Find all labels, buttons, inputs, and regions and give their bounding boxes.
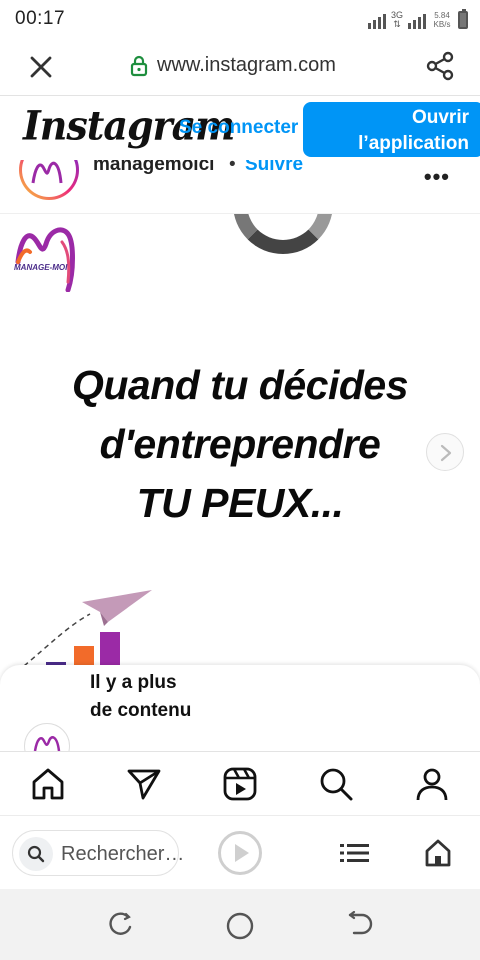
status-indicators: 3G ⇅ 5.84 KB/s bbox=[368, 7, 468, 29]
growth-illustration bbox=[23, 590, 152, 674]
back-icon[interactable] bbox=[346, 911, 374, 939]
url-field[interactable]: www.instagram.com bbox=[130, 54, 336, 77]
browser-address-bar: www.instagram.com bbox=[0, 36, 480, 96]
status-bar: 00:17 3G ⇅ 5.84 KB/s bbox=[0, 0, 480, 36]
close-button[interactable] bbox=[26, 52, 56, 82]
battery-icon bbox=[458, 9, 468, 29]
separator-dot: • bbox=[229, 160, 236, 175]
profile-icon[interactable] bbox=[414, 766, 450, 802]
follow-button[interactable]: Suivre bbox=[245, 160, 303, 176]
brand-logo-text: MANAGE-MOI bbox=[14, 263, 68, 272]
close-icon bbox=[30, 56, 52, 78]
play-button[interactable] bbox=[218, 831, 262, 875]
reels-icon[interactable] bbox=[222, 766, 258, 802]
search-icon bbox=[27, 845, 45, 863]
share-icon bbox=[426, 51, 454, 81]
open-app-button[interactable]: Ouvrir l’application bbox=[303, 102, 480, 157]
recents-icon[interactable] bbox=[106, 911, 134, 939]
next-slide-button[interactable] bbox=[426, 433, 464, 471]
network-speed: 5.84 KB/s bbox=[433, 11, 451, 29]
post-image[interactable]: MANAGE-MOI Quand tu décides d'entreprend… bbox=[0, 214, 480, 674]
signal-icon bbox=[368, 11, 386, 29]
login-link[interactable]: Se connecter bbox=[179, 117, 298, 139]
list-icon[interactable] bbox=[340, 842, 370, 864]
home-icon[interactable] bbox=[30, 766, 66, 802]
search-placeholder: Rechercher… bbox=[61, 843, 185, 865]
more-content-text: Il y a plus de contenu bbox=[90, 672, 192, 721]
post-headline: Quand tu décides d'entreprendre TU PEUX.… bbox=[0, 356, 480, 533]
url-text: www.instagram.com bbox=[157, 54, 336, 76]
post-username[interactable]: managemoici bbox=[93, 160, 214, 176]
headline-line-1: Quand tu décides bbox=[72, 362, 409, 408]
more-content-banner[interactable]: Il y a plus de contenu bbox=[0, 665, 480, 751]
home-icon[interactable] bbox=[225, 911, 255, 941]
send-icon[interactable] bbox=[126, 766, 162, 802]
instagram-header: Instagram Se connecter Ouvrir l’applicat… bbox=[0, 97, 480, 161]
banner-avatar bbox=[24, 723, 70, 751]
more-options-icon[interactable]: ••• bbox=[424, 164, 450, 190]
share-button[interactable] bbox=[424, 50, 456, 82]
headline-line-2: d'entreprendre bbox=[99, 421, 381, 467]
browser-bottom-bar: Rechercher… bbox=[0, 815, 480, 889]
android-navigation-bar bbox=[0, 889, 480, 960]
instagram-bottom-nav bbox=[0, 751, 480, 815]
lock-icon bbox=[130, 55, 148, 76]
browser-search-box[interactable]: Rechercher… bbox=[12, 830, 184, 876]
post-avatar[interactable] bbox=[19, 160, 79, 200]
signal-icon-2 bbox=[408, 11, 426, 29]
browser-home-icon[interactable] bbox=[424, 838, 452, 868]
search-button[interactable] bbox=[19, 837, 53, 871]
search-icon[interactable] bbox=[318, 766, 354, 802]
brand-logo: MANAGE-MOI bbox=[12, 222, 82, 293]
chevron-right-icon bbox=[440, 444, 452, 462]
decorative-ring bbox=[233, 214, 333, 254]
play-icon bbox=[235, 844, 249, 862]
status-time: 00:17 bbox=[15, 8, 66, 29]
headline-line-3: TU PEUX... bbox=[136, 480, 344, 526]
network-type: 3G ⇅ bbox=[390, 10, 403, 29]
post-header: managemoici • Suivre ••• bbox=[0, 160, 480, 214]
